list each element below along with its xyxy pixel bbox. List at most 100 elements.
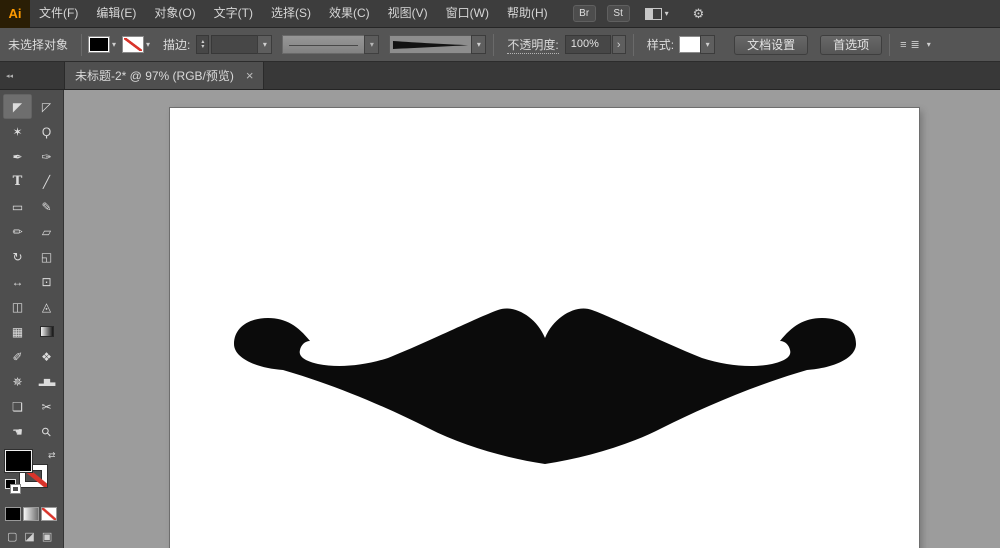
chevron-down-icon: ▾	[112, 41, 116, 49]
bridge-button[interactable]: Br	[573, 5, 596, 22]
artboard-tool[interactable]: ❏	[3, 394, 32, 419]
color-button[interactable]	[5, 507, 21, 521]
chevron-down-icon: ▾	[477, 41, 481, 49]
menu-item-select[interactable]: 选择(S)	[262, 0, 320, 27]
stroke-weight-dropdown-button[interactable]: ▾	[257, 35, 272, 54]
symbol-sprayer-tool[interactable]: ✵	[3, 369, 32, 394]
lasso-tool[interactable]: Ϙ	[32, 119, 61, 144]
style-dropdown-button[interactable]: ▾	[700, 35, 715, 54]
menu-item-edit[interactable]: 编辑(E)	[87, 0, 145, 27]
draw-behind-mode-button[interactable]: ◪	[24, 530, 34, 543]
stock-button[interactable]: St	[607, 5, 630, 22]
chevron-down-icon: ▾	[146, 41, 150, 49]
menu-item-window[interactable]: 窗口(W)	[437, 0, 498, 27]
pen-nib-icon: ✒	[12, 151, 22, 163]
rotate-icon: ↻	[12, 251, 22, 263]
document-tab[interactable]: 未标题-2* @ 97% (RGB/预览) ×	[64, 62, 264, 89]
zoom-tool[interactable]: ⚲	[32, 419, 61, 444]
pencil-icon: ✏	[12, 226, 22, 238]
paintbrush-tool[interactable]: ✎	[32, 194, 61, 219]
arrange-documents-icon	[645, 8, 662, 20]
stroke-weight-stepper[interactable]: ▴ ▾	[196, 35, 209, 54]
draw-inside-mode-button[interactable]: ▣	[42, 530, 52, 543]
brush-definition-dropdown[interactable]: ▾	[389, 35, 486, 54]
gradient-tool[interactable]	[32, 319, 61, 344]
separator	[81, 34, 82, 56]
line-icon: ╱	[43, 176, 50, 188]
mustache-artwork	[232, 302, 858, 466]
opacity-input[interactable]: 100%	[565, 35, 611, 54]
none-button[interactable]	[41, 507, 57, 521]
column-graph-tool[interactable]: ▂▆▃	[32, 369, 61, 394]
swap-fill-stroke-icon[interactable]: ⇄	[48, 450, 56, 461]
stroke-weight-value	[211, 35, 257, 54]
separator	[633, 34, 634, 56]
hand-tool[interactable]: ☚	[3, 419, 32, 444]
stroke-weight-label: 描边:	[163, 36, 190, 53]
eraser-tool[interactable]: ▱	[32, 219, 61, 244]
curvature-pen-icon: ✑	[41, 151, 51, 163]
rotate-tool[interactable]: ↻	[3, 244, 32, 269]
preferences-button[interactable]: 首选项	[820, 35, 882, 55]
chevron-down-icon: ▾	[706, 41, 710, 49]
selection-arrow-icon: ◤	[13, 101, 22, 113]
stroke-weight-dropdown[interactable]: ▾	[211, 35, 272, 54]
opacity-label[interactable]: 不透明度:	[507, 36, 558, 54]
draw-normal-mode-button[interactable]: ▢	[7, 530, 17, 543]
document-tab-title: 未标题-2* @ 97% (RGB/预览)	[75, 67, 234, 84]
width-tool[interactable]: ↔	[3, 269, 32, 294]
gradient-button[interactable]	[23, 507, 39, 521]
menu-item-help[interactable]: 帮助(H)	[498, 0, 557, 27]
menu-item-effect[interactable]: 效果(C)	[320, 0, 379, 27]
fill-indicator-swatch[interactable]	[5, 450, 32, 472]
align-options-button[interactable]: ≡ ≣ ▾	[900, 38, 931, 51]
eraser-icon: ▱	[42, 226, 51, 238]
free-transform-icon: ⊡	[41, 276, 51, 288]
magic-wand-tool[interactable]: ✶	[3, 119, 32, 144]
slice-tool[interactable]: ✂	[32, 394, 61, 419]
symbol-sprayer-icon: ✵	[12, 376, 22, 388]
eyedropper-icon: ✐	[12, 351, 22, 363]
lasso-icon: Ϙ	[42, 126, 51, 138]
illustrator-logo: Ai	[0, 0, 30, 28]
mesh-tool[interactable]: ▦	[3, 319, 32, 344]
tab-close-icon[interactable]: ×	[246, 68, 254, 83]
pencil-tool[interactable]: ✏	[3, 219, 32, 244]
opacity-panel-button[interactable]: ›	[612, 35, 626, 54]
fill-color-control[interactable]: ▾	[89, 37, 116, 52]
scale-tool[interactable]: ◱	[32, 244, 61, 269]
menu-item-type[interactable]: 文字(T)	[205, 0, 262, 27]
align-icon: ≣	[911, 38, 920, 51]
free-transform-tool[interactable]: ⊡	[32, 269, 61, 294]
document-setup-button[interactable]: 文档设置	[734, 35, 808, 55]
arrange-documents-button[interactable]: ▾	[645, 8, 669, 20]
document-tab-bar: ◂◂ 未标题-2* @ 97% (RGB/预览) ×	[0, 62, 1000, 90]
shape-builder-tool[interactable]: ◫	[3, 294, 32, 319]
brush-dropdown-button[interactable]: ▾	[471, 35, 486, 54]
workspace-switcher-button[interactable]: ⚙	[693, 6, 705, 22]
default-stroke-mini-swatch[interactable]	[11, 485, 20, 493]
tool-grid: ◤ ◸ ✶ Ϙ ✒ ✑	[0, 90, 63, 444]
fill-swatch	[89, 37, 109, 52]
tools-panel-collapse-icon[interactable]: ◂◂	[6, 72, 13, 80]
type-tool[interactable]: T	[3, 169, 32, 194]
mustache-shape[interactable]	[234, 308, 856, 464]
blend-tool[interactable]: ❖	[32, 344, 61, 369]
perspective-grid-tool[interactable]: ◬	[32, 294, 61, 319]
menu-item-object[interactable]: 对象(O)	[145, 0, 204, 27]
canvas-area[interactable]	[64, 90, 1000, 548]
rectangle-tool[interactable]: ▭	[3, 194, 32, 219]
stroke-color-control[interactable]: ▾	[123, 37, 150, 52]
line-segment-tool[interactable]: ╱	[32, 169, 61, 194]
style-swatch-control[interactable]: ▾	[680, 35, 715, 54]
main-menus: 文件(F) 编辑(E) 对象(O) 文字(T) 选择(S) 效果(C) 视图(V…	[30, 0, 557, 27]
menu-item-view[interactable]: 视图(V)	[379, 0, 437, 27]
column-graph-icon: ▂▆▃	[39, 378, 54, 386]
separator	[889, 34, 890, 56]
menu-item-file[interactable]: 文件(F)	[30, 0, 87, 27]
direct-selection-tool[interactable]: ◸	[32, 94, 61, 119]
eyedropper-tool[interactable]: ✐	[3, 344, 32, 369]
selection-tool[interactable]: ◤	[3, 94, 32, 119]
pen-tool[interactable]: ✒	[3, 144, 32, 169]
curvature-tool[interactable]: ✑	[32, 144, 61, 169]
